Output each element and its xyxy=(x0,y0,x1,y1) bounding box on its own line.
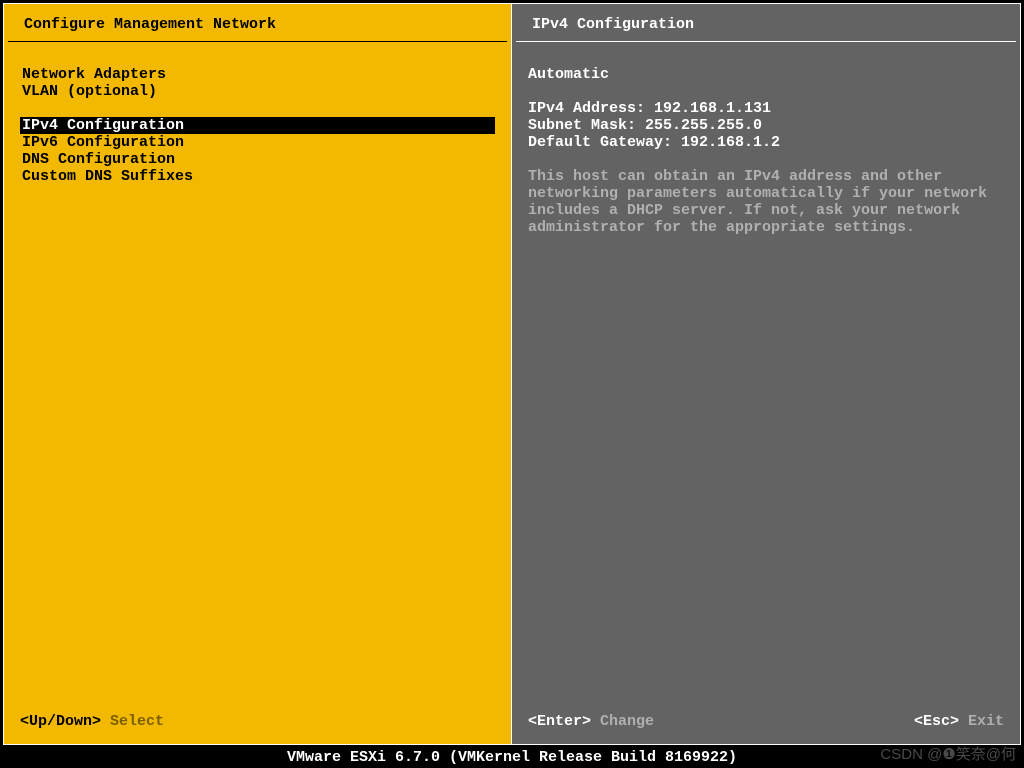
right-footer: <Enter> Change <Esc> Exit xyxy=(512,703,1020,744)
esc-key-hint: <Esc> xyxy=(914,713,959,730)
menu-item[interactable]: IPv6 Configuration xyxy=(20,134,495,151)
left-footer: <Up/Down> Select xyxy=(4,703,511,744)
right-panel: IPv4 Configuration Automatic IPv4 Addres… xyxy=(512,3,1021,745)
menu-item[interactable]: Custom DNS Suffixes xyxy=(20,168,495,185)
bottom-status-bar: VMware ESXi 6.7.0 (VMKernel Release Buil… xyxy=(0,748,1024,768)
info-container: Automatic IPv4 Address: 192.168.1.131Sub… xyxy=(512,42,1020,703)
enter-action-hint: Change xyxy=(600,713,654,730)
enter-key-hint: <Enter> xyxy=(528,713,591,730)
left-panel: Configure Management Network Network Ada… xyxy=(3,3,512,745)
esc-action-hint: Exit xyxy=(968,713,1004,730)
ipv4-mode: Automatic xyxy=(528,66,1004,83)
help-text: This host can obtain an IPv4 address and… xyxy=(528,168,1004,236)
menu-gap xyxy=(20,100,495,117)
updown-action-hint: Select xyxy=(110,713,164,730)
right-panel-title: IPv4 Configuration xyxy=(516,4,1016,42)
menu-item[interactable]: DNS Configuration xyxy=(20,151,495,168)
menu-item[interactable]: VLAN (optional) xyxy=(20,83,495,100)
detail-line: Default Gateway: 192.168.1.2 xyxy=(528,134,1004,151)
menu-item[interactable]: Network Adapters xyxy=(20,66,495,83)
updown-key-hint: <Up/Down> xyxy=(20,713,101,730)
menu-list-container: Network AdaptersVLAN (optional) IPv4 Conf… xyxy=(4,42,511,703)
ipv4-details: IPv4 Address: 192.168.1.131Subnet Mask: … xyxy=(528,100,1004,151)
left-panel-title: Configure Management Network xyxy=(8,4,507,42)
menu-item[interactable]: IPv4 Configuration xyxy=(20,117,495,134)
detail-line: IPv4 Address: 192.168.1.131 xyxy=(528,100,1004,117)
detail-line: Subnet Mask: 255.255.255.0 xyxy=(528,117,1004,134)
menu-list[interactable]: Network AdaptersVLAN (optional) IPv4 Conf… xyxy=(20,66,495,185)
